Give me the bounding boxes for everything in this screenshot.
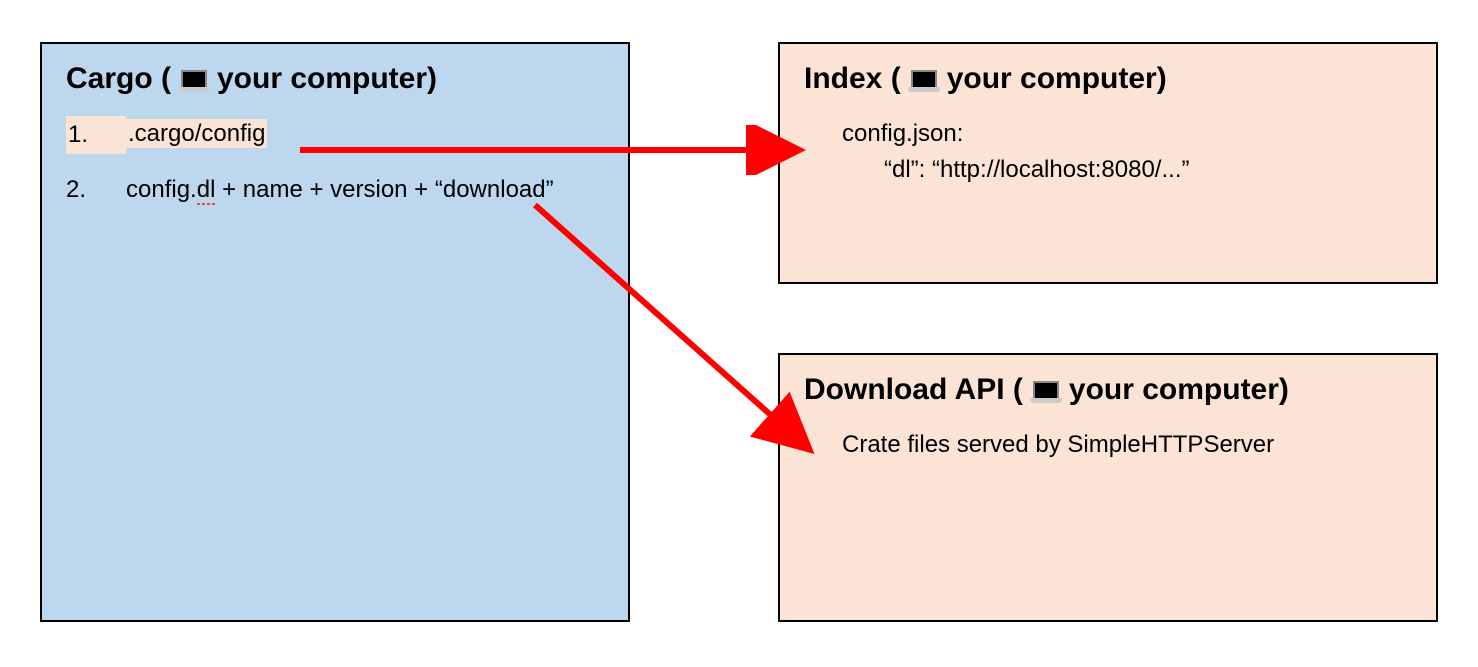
cargo-item-1-num: 1.	[66, 116, 126, 154]
cargo-item-1-text: .cargo/config	[126, 116, 604, 152]
cargo-item-2-underlined: dl	[197, 176, 216, 203]
cargo-item-1-text-inner: .cargo/config	[126, 119, 267, 148]
title-cargo: Cargo ( your computer)	[66, 62, 604, 96]
box-cargo: Cargo ( your computer) 1. .cargo/config …	[40, 42, 630, 622]
laptop-icon	[177, 66, 211, 92]
box-index: Index ( your computer) config.json: “dl”…	[778, 42, 1438, 284]
cargo-list: 1. .cargo/config 2. config.dl + name + v…	[66, 116, 604, 208]
index-line-1: config.json:	[804, 116, 1412, 152]
title-download-suffix: your computer)	[1069, 373, 1289, 407]
cargo-item-2-pre: config.	[126, 176, 197, 203]
cargo-item-2-post: + name + version + “download”	[215, 176, 553, 203]
index-line-2: “dl”: “http://localhost:8080/...”	[804, 152, 1412, 188]
title-index-suffix: your computer)	[947, 62, 1167, 96]
laptop-icon	[907, 66, 941, 92]
title-download-prefix: Download API (	[804, 373, 1023, 407]
title-index-prefix: Index (	[804, 62, 901, 96]
box-download: Download API ( your computer) Crate file…	[778, 353, 1438, 622]
title-index: Index ( your computer)	[804, 62, 1412, 96]
laptop-icon	[1029, 377, 1063, 403]
title-download: Download API ( your computer)	[804, 373, 1412, 407]
cargo-item-2-text: config.dl + name + version + “download”	[126, 172, 604, 208]
cargo-item-1: 1. .cargo/config	[66, 116, 604, 154]
title-cargo-suffix: your computer)	[217, 62, 437, 96]
cargo-item-2-num: 2.	[66, 172, 126, 208]
title-cargo-prefix: Cargo (	[66, 62, 171, 96]
cargo-item-2: 2. config.dl + name + version + “downloa…	[66, 172, 604, 208]
download-line-1: Crate files served by SimpleHTTPServer	[804, 427, 1412, 463]
